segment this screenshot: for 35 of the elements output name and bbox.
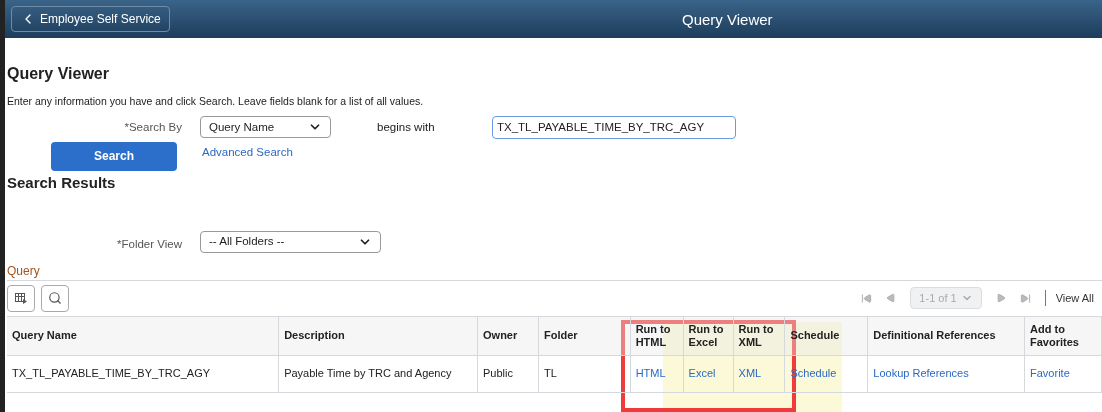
table-link[interactable]: Lookup References — [867, 355, 1025, 392]
search-icon — [48, 291, 62, 305]
field-label: *Folder View — [116, 237, 182, 253]
window-title: Query Viewer — [682, 10, 773, 30]
search-by-select[interactable]: Query Name — [200, 116, 331, 139]
advanced-search-link[interactable]: Advanced Search — [202, 143, 293, 161]
grid-settings-button[interactable] — [7, 284, 35, 312]
search-button[interactable] — [41, 284, 69, 312]
table-link[interactable]: Favorite — [1024, 355, 1102, 392]
column-header: Add to Favorites — [1024, 316, 1102, 355]
table-icon — [15, 292, 27, 304]
search-button[interactable]: Search — [51, 141, 177, 171]
previous-page-icon[interactable] — [886, 293, 897, 303]
field-label: *Search By — [123, 119, 182, 135]
instructions-text: Enter any information you have and click Search. Leave fields blank for a list of all values. — [7, 94, 425, 109]
column-header: Description — [278, 316, 478, 355]
column-header: Folder — [538, 316, 631, 355]
next-page-icon[interactable] — [995, 293, 1006, 303]
back-button[interactable]: Employee Self Service — [11, 6, 170, 32]
grid-title: Query — [7, 262, 41, 280]
view-all-link[interactable]: View All — [1044, 289, 1094, 307]
table-cell: TL — [538, 355, 631, 392]
column-header: Owner — [477, 316, 539, 355]
table-cell: TX_TL_PAYABLE_TIME_BY_TRC_AGY — [7, 355, 279, 392]
search-input-field[interactable]: TX_TL_PAYABLE_TIME_BY_TRC_AGY — [492, 115, 736, 139]
operator-label: begins with — [377, 119, 436, 135]
column-header: Definitional References — [867, 316, 1025, 355]
table-cell: Payable Time by TRC and Agency — [278, 355, 478, 392]
page-title: Query Viewer — [7, 64, 110, 84]
folder-view-select[interactable]: -- All Folders -- — [200, 230, 381, 253]
section-title: Search Results — [7, 172, 117, 193]
column-header: Query Name — [7, 316, 279, 355]
first-page-icon[interactable] — [861, 292, 873, 304]
last-page-icon[interactable] — [1019, 292, 1031, 304]
table-cell: Public — [477, 355, 539, 392]
